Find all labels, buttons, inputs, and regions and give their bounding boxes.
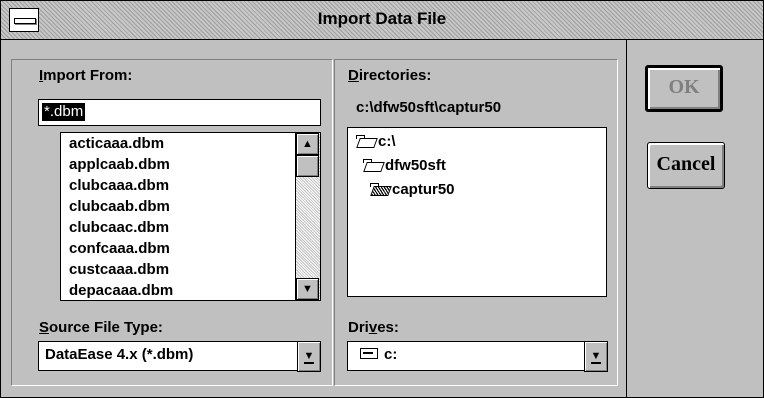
dropdown-arrow-icon[interactable]: ▼ (297, 341, 321, 372)
import-from-label: Import From: (39, 67, 133, 84)
dropdown-arrow-icon[interactable]: ▼ (584, 341, 608, 372)
tree-item-label: dfw50sft (385, 157, 446, 174)
tree-item-captur50[interactable]: captur50 (370, 179, 455, 201)
source-file-type-value: DataEase 4.x (*.dbm) (45, 346, 194, 363)
filename-input-value: *.dbm (42, 103, 86, 121)
button-area-divider (626, 40, 627, 397)
list-item[interactable]: clubcaaa.dbm (61, 175, 295, 196)
window-title: Import Data File (317, 9, 447, 28)
file-list-scrollbar[interactable]: ▲ ▼ (295, 133, 320, 300)
drives-value: c: (360, 346, 397, 363)
ok-button[interactable]: OK (645, 65, 723, 112)
list-item[interactable]: applcaab.dbm (61, 154, 295, 175)
scroll-thumb[interactable] (296, 155, 319, 177)
list-item[interactable]: custcaaa.dbm (61, 259, 295, 280)
drives-label: Drives: (348, 319, 399, 336)
list-item[interactable]: clubcaac.dbm (61, 217, 295, 238)
drives-select[interactable]: c: ▼ (347, 341, 608, 372)
source-file-type-select[interactable]: DataEase 4.x (*.dbm) ▼ (38, 341, 321, 372)
directory-tree[interactable]: c:\ dfw50sft captur50 (347, 127, 607, 297)
filename-input[interactable]: *.dbm (38, 99, 321, 126)
file-list: acticaaa.dbm applcaab.dbm clubcaaa.dbm c… (61, 133, 295, 301)
import-data-file-dialog: Import Data File Import From: *.dbm acti… (0, 0, 764, 398)
tree-item-root[interactable]: c:\ (356, 131, 396, 153)
open-folder-icon (356, 135, 378, 148)
tree-item-label: captur50 (392, 181, 455, 198)
scroll-down-arrow-icon[interactable]: ▼ (296, 278, 319, 300)
tree-item-dfw50sft[interactable]: dfw50sft (363, 155, 446, 177)
file-listbox[interactable]: acticaaa.dbm applcaab.dbm clubcaaa.dbm c… (60, 132, 321, 301)
list-item[interactable]: acticaaa.dbm (61, 133, 295, 154)
current-directory-path: c:\dfw50sft\captur50 (356, 99, 502, 116)
list-item[interactable]: depacaaa.dbm (61, 280, 295, 301)
list-item[interactable]: clubcaab.dbm (61, 196, 295, 217)
current-folder-icon (370, 183, 392, 196)
cancel-button[interactable]: Cancel (647, 142, 725, 189)
open-folder-icon (363, 159, 385, 172)
title-bar[interactable]: Import Data File (1, 1, 763, 40)
directories-label: Directories: (348, 67, 432, 84)
source-file-type-label: Source File Type: (39, 319, 163, 336)
tree-item-label: c:\ (378, 133, 396, 150)
scroll-up-arrow-icon[interactable]: ▲ (296, 133, 319, 155)
drive-icon (360, 348, 378, 359)
list-item[interactable]: confcaaa.dbm (61, 238, 295, 259)
